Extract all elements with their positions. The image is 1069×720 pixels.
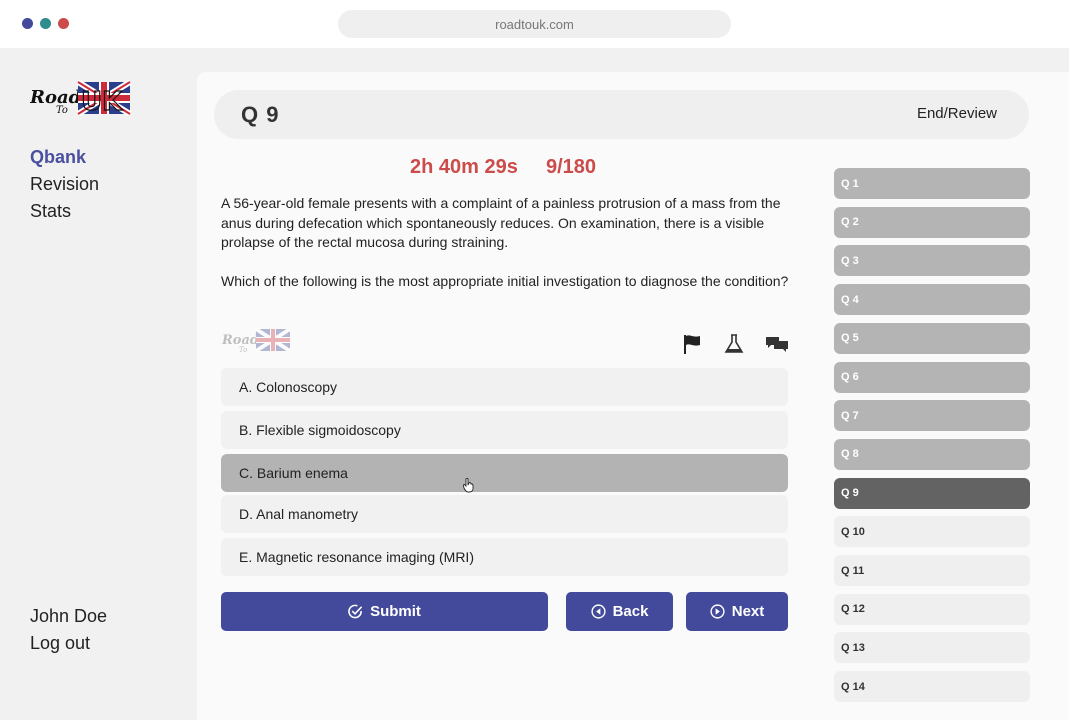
sidebar-item-revision[interactable]: Revision [30,171,99,198]
question-nav-item[interactable]: Q 10 [834,516,1030,548]
logo-to-text: To [56,105,68,116]
question-prompt-text: Which of the following is the most appro… [221,273,789,289]
check-circle-icon [348,604,363,619]
question-header: Q 9 End/Review [214,90,1029,139]
sidebar-item-stats[interactable]: Stats [30,198,99,225]
answer-option-b[interactable]: B. Flexible sigmoidoscopy [221,411,788,449]
user-name[interactable]: John Doe [30,603,107,630]
hand-cursor-icon [463,478,474,493]
next-button-label: Next [731,603,765,620]
question-nav-item[interactable]: Q 13 [834,632,1030,664]
question-nav-item[interactable]: Q 5 [834,322,1030,354]
submit-button[interactable]: Submit [221,592,548,631]
question-progress: 9/180 [546,156,597,178]
sidebar-item-qbank[interactable]: Qbank [30,144,99,171]
svg-text:To: To [239,346,247,353]
question-nav-item[interactable]: Q 4 [834,284,1030,316]
road-to-uk-logo[interactable]: Road To UK [30,80,132,116]
answer-option-a[interactable]: A. Colonoscopy [221,368,788,406]
answer-option-e[interactable]: E. Magnetic resonance imaging (MRI) [221,538,788,576]
url-bar[interactable]: roadtouk.com [338,10,731,38]
lab-flask-icon[interactable] [723,334,745,354]
watermark-logo: Road To [222,327,292,353]
question-nav-item[interactable]: Q 12 [834,593,1030,625]
question-nav-item[interactable]: Q 8 [834,438,1030,470]
back-arrow-icon [590,604,606,619]
comments-icon[interactable] [765,334,789,354]
question-nav-item-current[interactable]: Q 9 [834,477,1030,509]
next-button[interactable]: Next [686,592,788,631]
question-stem-text: A 56-year-old female presents with a com… [221,195,781,250]
question-nav-item[interactable]: Q 3 [834,245,1030,277]
answer-option-d[interactable]: D. Anal manometry [221,495,788,533]
question-nav-item[interactable]: Q 14 [834,671,1030,703]
window-dot-blue[interactable] [22,18,33,29]
back-button-label: Back [612,603,649,620]
next-arrow-icon [710,604,725,619]
union-jack-flag-icon: UK [76,80,132,116]
question-nav-item[interactable]: Q 6 [834,361,1030,393]
question-nav-item[interactable]: Q 7 [834,400,1030,432]
end-review-button[interactable]: End/Review [917,105,997,122]
question-stem: A 56-year-old female presents with a com… [221,194,791,311]
question-nav-item[interactable]: Q 2 [834,206,1030,238]
svg-text:UK: UK [81,87,123,116]
timer-display: 2h 40m 29s [410,156,518,178]
browser-topbar: roadtouk.com [0,0,1069,48]
window-dot-red[interactable] [58,18,69,29]
flag-icon[interactable] [682,334,704,354]
sidebar-nav: Qbank Revision Stats [30,144,99,225]
question-nav-item[interactable]: Q 11 [834,555,1030,586]
answer-option-c[interactable]: C. Barium enema [221,454,788,492]
question-nav-item[interactable]: Q 1 [834,168,1030,199]
logout-link[interactable]: Log out [30,630,107,657]
user-section: John Doe Log out [30,603,107,657]
back-button[interactable]: Back [566,592,673,631]
submit-button-label: Submit [370,603,421,620]
question-title: Q 9 [241,102,280,127]
window-dot-teal[interactable] [40,18,51,29]
